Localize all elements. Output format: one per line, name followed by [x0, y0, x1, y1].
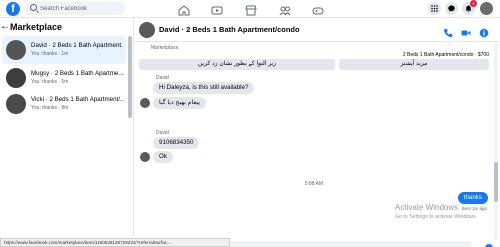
marketplace-label: Marketplace	[151, 45, 179, 51]
conversation-preview: You: thanks · 5m	[31, 79, 69, 85]
listing-line[interactable]: 2 Beds 1 Bath Apartment/condo · $700	[403, 52, 489, 58]
conversation-item-mugsy[interactable]: Mugsy · 2 Beds 1 Bath Apartme... You: th…	[2, 64, 126, 92]
back-arrow-icon[interactable]: ←	[0, 21, 10, 32]
avatar	[140, 152, 150, 162]
message-bubble-sent: thanks	[457, 192, 488, 204]
info-icon[interactable]	[479, 25, 489, 38]
message-bubble: پیغام بھیج دیا گیا	[153, 97, 206, 109]
menu-icon[interactable]	[428, 2, 441, 15]
conversation-name: David · 2 Beds 1 Bath Apartment...	[31, 42, 123, 49]
conversation-item-david[interactable]: David · 2 Beds 1 Bath Apartment... You: …	[2, 36, 126, 64]
avatar	[140, 98, 150, 108]
search-input[interactable]	[40, 2, 120, 15]
sender-name: David	[156, 75, 169, 81]
status-url: https://www.facebook.com/marketplace/ite…	[0, 238, 230, 247]
search-box[interactable]	[25, 2, 125, 15]
mark-pending-button[interactable]: زیر التوا کے بطور نشان زد کریں	[139, 59, 335, 70]
conversation-name: Vicki · 2 Beds 1 Bath Apartment/...	[31, 96, 123, 103]
top-bar: f 1	[0, 0, 500, 18]
more-options-button[interactable]: مزید آپشنز	[339, 59, 489, 70]
home-icon[interactable]	[178, 3, 190, 16]
facebook-logo[interactable]: f	[6, 2, 20, 16]
gaming-icon[interactable]	[312, 3, 324, 15]
panel-scrollbar[interactable]	[128, 36, 132, 118]
phone-icon[interactable]	[443, 25, 453, 38]
conversation-preview: You: thanks · 1m	[31, 51, 69, 57]
message-bubble: Ok	[153, 151, 173, 163]
conversation-list-panel: ← Marketplace David · 2 Beds 1 Bath Apar…	[0, 18, 134, 236]
notification-badge: 1	[470, 0, 477, 7]
conversation-name: Mugsy · 2 Beds 1 Bath Apartme...	[31, 70, 123, 77]
groups-icon[interactable]	[279, 3, 291, 16]
message-bubble: Hi Daleyza, is this still available?	[153, 82, 255, 94]
chat-scrollbar[interactable]	[494, 42, 498, 240]
avatar	[6, 40, 26, 60]
marketplace-icon[interactable]	[245, 3, 257, 16]
avatar	[6, 94, 26, 114]
activation-watermark: Activate Windows	[395, 203, 459, 212]
video-call-icon[interactable]	[461, 25, 471, 36]
chat-title[interactable]: David · 2 Beds 1 Bath Apartment/condo	[159, 25, 300, 34]
activation-watermark-sub: Go to Settings to activate Windows.	[395, 214, 477, 220]
chat-header: David · 2 Beds 1 Bath Apartment/condo	[135, 18, 500, 42]
search-icon	[30, 4, 37, 11]
message-timestamp: 5:08 AM	[304, 181, 324, 187]
profile-avatar[interactable]	[480, 2, 493, 15]
conversation-item-vicki[interactable]: Vicki · 2 Beds 1 Bath Apartment/... You:…	[2, 90, 126, 118]
video-icon[interactable]	[211, 3, 223, 15]
messenger-icon[interactable]	[445, 2, 458, 15]
conversation-preview: You: thanks · 8m	[31, 105, 69, 111]
sender-name: David	[156, 130, 169, 136]
notifications-icon[interactable]: 1	[462, 0, 477, 15]
avatar	[6, 68, 26, 88]
seen-status: Sent 1m ago	[461, 206, 487, 211]
panel-title: Marketplace	[10, 22, 63, 32]
avatar[interactable]	[139, 22, 155, 38]
message-bubble: 9106834350	[153, 137, 200, 149]
